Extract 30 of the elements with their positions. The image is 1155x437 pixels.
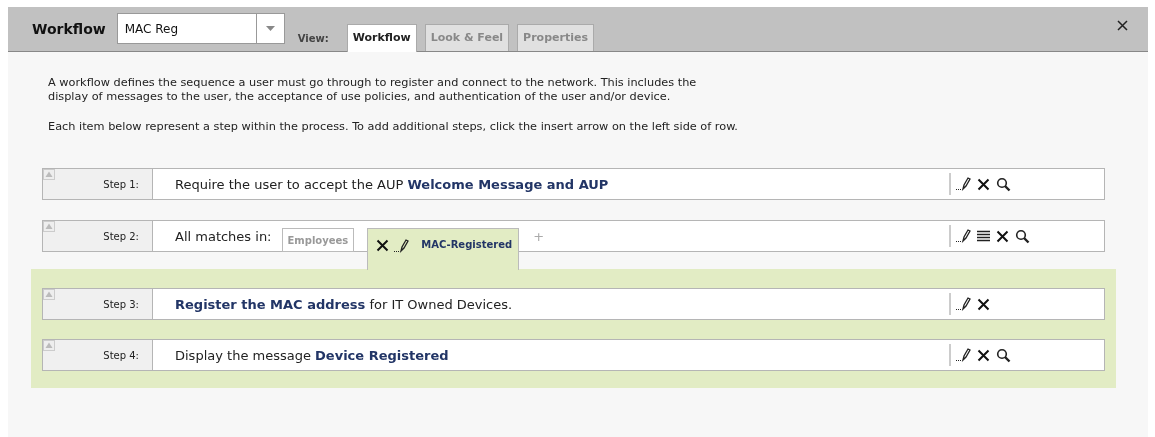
- delete-icon[interactable]: [977, 177, 990, 191]
- delete-icon[interactable]: [996, 229, 1009, 243]
- delete-icon[interactable]: [376, 239, 390, 252]
- view-tab[interactable]: Properties: [517, 24, 594, 51]
- group-tab[interactable]: MAC-Registered: [367, 228, 520, 270]
- view-tab[interactable]: Workflow: [346, 24, 417, 52]
- search-icon[interactable]: [1015, 228, 1030, 244]
- view-tab[interactable]: Look & Feel: [424, 24, 510, 51]
- search-icon[interactable]: [996, 176, 1011, 192]
- step-label: Step 3:: [103, 298, 139, 310]
- description-text: A workflow defines the sequence a user must go through to register and connect to the network. This includes the display of messages to the user, the acceptance of use policies, and authentication of the user and/or device.: [48, 76, 698, 104]
- page-title: Workflow: [32, 21, 106, 37]
- delete-icon[interactable]: [977, 348, 990, 362]
- step-description: Register the MAC address for IT Owned Devices.: [175, 296, 513, 312]
- caret-icon: [265, 26, 275, 31]
- list-icon[interactable]: [977, 230, 990, 242]
- step-label: Step 1:: [103, 178, 139, 190]
- step-label: Step 4:: [103, 349, 139, 361]
- step-description: All matches in:: [175, 228, 272, 244]
- search-icon[interactable]: [996, 347, 1011, 363]
- step-description: Require the user to accept the AUP Welcome Message and AUP: [175, 176, 609, 192]
- view-label: View:: [297, 33, 329, 44]
- workflow-dropdown[interactable]: MAC Reg: [116, 13, 285, 44]
- delete-icon[interactable]: [977, 297, 990, 311]
- close-icon[interactable]: [1117, 20, 1128, 31]
- step-label: Step 2:: [103, 230, 139, 242]
- description-text: Each item below represent a step within the process. To add additional steps, click the insert arrow on the left side of row.: [48, 120, 738, 134]
- add-group-button[interactable]: +: [533, 228, 545, 244]
- step-description: Display the message Device Registered: [175, 347, 449, 363]
- group-tab[interactable]: Employees: [281, 228, 355, 252]
